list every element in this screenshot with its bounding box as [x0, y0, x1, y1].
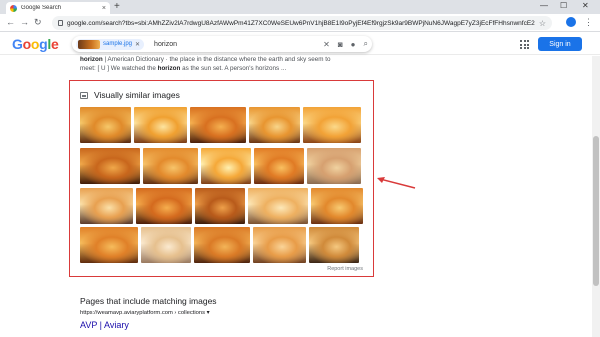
clear-icon[interactable]: ✕ [323, 40, 330, 49]
similar-image-thumbnail[interactable] [254, 148, 304, 184]
new-tab-button[interactable]: + [114, 1, 120, 12]
minimize-icon[interactable]: — [540, 1, 548, 10]
tab-google-search[interactable]: Google Search × [6, 2, 110, 14]
similar-image-thumbnail[interactable] [303, 107, 361, 143]
chip-close-icon[interactable]: ✕ [135, 41, 140, 48]
page-scrollbar[interactable] [592, 56, 600, 337]
tab-strip: Google Search × + — ☐ ✕ [0, 0, 600, 14]
extension-icon[interactable] [566, 17, 576, 27]
similar-image-thumbnail[interactable] [143, 148, 198, 184]
image-row [80, 107, 361, 143]
address-bar[interactable]: google.com/search?tbs=sbi:AMhZZiv2lA7rdw… [52, 16, 552, 30]
maximize-icon[interactable]: ☐ [560, 1, 567, 10]
result-url[interactable]: https://weamavp.aviaryplatform.com › col… [80, 310, 210, 316]
similar-image-thumbnail[interactable] [307, 148, 361, 184]
scrollbar-thumb[interactable] [593, 136, 599, 286]
image-row [80, 188, 363, 224]
similar-image-thumbnail[interactable] [136, 188, 192, 224]
pages-section-title: Pages that include matching images [80, 296, 217, 306]
similar-image-thumbnail[interactable] [309, 227, 359, 263]
search-box[interactable]: sample.jpg ✕ horizon ✕ ◙ ● ⌕ [72, 36, 372, 52]
tab-close-icon[interactable]: × [102, 5, 106, 12]
similar-image-thumbnail[interactable] [194, 227, 250, 263]
sign-in-button[interactable]: Sign in [538, 37, 582, 51]
similar-image-thumbnail[interactable] [134, 107, 187, 143]
similar-image-thumbnail[interactable] [80, 227, 138, 263]
menu-icon[interactable]: ⋮ [584, 17, 593, 28]
similar-image-thumbnail[interactable] [311, 188, 363, 224]
search-icon[interactable]: ⌕ [364, 39, 368, 49]
report-images-link[interactable]: Report images [327, 266, 363, 272]
reload-icon[interactable]: ↻ [34, 17, 42, 28]
snippet-bold-term: horizon [80, 56, 103, 63]
google-header: Google sample.jpg ✕ horizon ✕ ◙ ● ⌕ Sign… [0, 33, 600, 55]
similar-image-thumbnail[interactable] [80, 188, 133, 224]
result-snippet: horizon | American Dictionary · the plac… [80, 56, 370, 73]
tab-title: Google Search [21, 5, 62, 11]
browser-window: Google Search × + — ☐ ✕ ← → ↻ google.com… [0, 0, 600, 337]
bookmark-star-icon[interactable]: ☆ [539, 19, 546, 28]
apps-grid-icon[interactable] [520, 40, 529, 49]
camera-icon[interactable]: ◙ [338, 40, 343, 49]
similar-image-thumbnail[interactable] [248, 188, 308, 224]
microphone-icon[interactable]: ● [351, 40, 356, 49]
similar-image-thumbnail[interactable] [201, 148, 251, 184]
browser-toolbar: ← → ↻ google.com/search?tbs=sbi:AMhZZiv2… [0, 14, 600, 32]
panel-header: Visually similar images [80, 90, 180, 100]
similar-image-thumbnail[interactable] [253, 227, 306, 263]
snippet-text: | American Dictionary · the place in the… [102, 56, 331, 63]
image-row [80, 227, 359, 263]
panel-title[interactable]: Visually similar images [94, 90, 180, 100]
query-image-filename: sample.jpg [103, 41, 133, 47]
similar-image-thumbnail[interactable] [249, 107, 300, 143]
similar-image-thumbnail[interactable] [190, 107, 246, 143]
visually-similar-panel: Visually similar images Report images [69, 80, 374, 277]
google-logo[interactable]: Google [12, 36, 59, 52]
image-row [80, 148, 361, 184]
snippet-bold-term-2: horizon [157, 64, 181, 72]
snippet-text-2b: as the sun set. A person's horizons ... [180, 64, 287, 72]
back-icon[interactable]: ← [6, 17, 15, 27]
similar-image-thumbnail[interactable] [80, 148, 140, 184]
lock-icon [58, 20, 63, 26]
forward-icon[interactable]: → [20, 17, 29, 27]
window-close-icon[interactable]: ✕ [582, 1, 589, 10]
similar-image-thumbnail[interactable] [80, 107, 131, 143]
similar-image-thumbnail[interactable] [195, 188, 245, 224]
query-image-thumbnail [78, 39, 100, 49]
result-title-link[interactable]: AVP | Aviary [80, 320, 129, 330]
search-input[interactable]: horizon [154, 41, 315, 48]
similar-image-thumbnail[interactable] [141, 227, 191, 263]
address-url: google.com/search?tbs=sbi:AMhZZiv2lA7rdw… [67, 19, 535, 27]
google-favicon-icon [10, 4, 17, 12]
image-icon [80, 91, 88, 99]
image-query-chip[interactable]: sample.jpg ✕ [76, 38, 145, 50]
snippet-text-2a: meet: [ U ] We watched the [80, 64, 158, 72]
annotation-arrow-icon [377, 177, 416, 189]
